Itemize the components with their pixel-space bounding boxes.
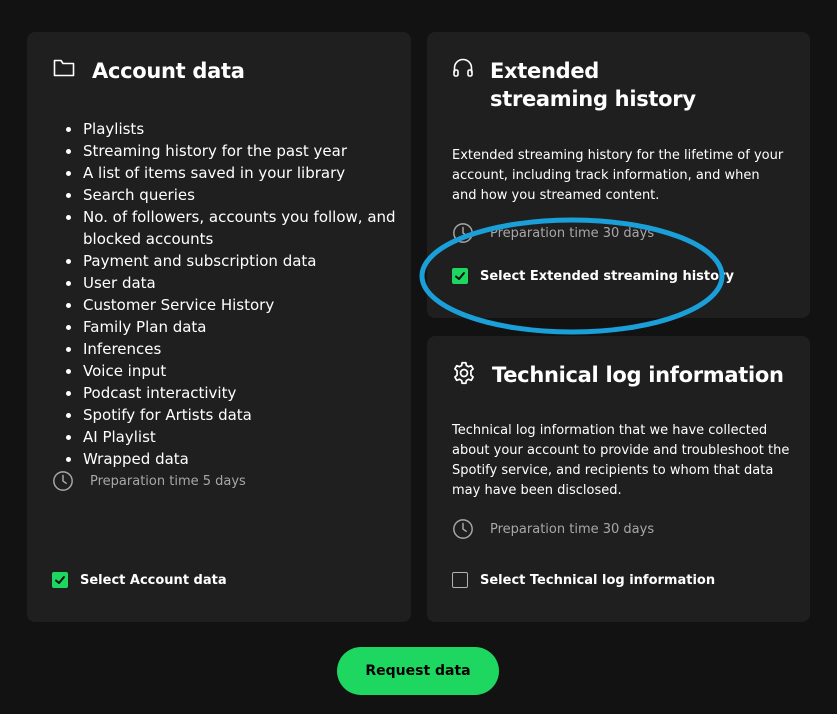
account-data-list-item: Search queries	[66, 184, 403, 206]
account-data-list-item: Podcast interactivity	[66, 382, 403, 404]
technical-log-description: Technical log information that we have c…	[452, 423, 790, 498]
extended-history-checkbox[interactable]	[452, 268, 468, 284]
gear-icon	[454, 361, 474, 385]
clock-icon	[453, 223, 473, 243]
select-account-data-label: Select Account data	[80, 572, 227, 588]
extended-title-line1: Extended	[490, 59, 600, 83]
account-data-list-item: User data	[66, 272, 403, 294]
account-data-list-item: Payment and subscription data	[66, 250, 403, 272]
extended-title-line2: streaming history	[490, 87, 696, 111]
account-prep-time: Preparation time 5 days	[52, 470, 246, 492]
technical-log-checkbox[interactable]	[452, 572, 468, 588]
account-data-list-item: A list of items saved in your library	[66, 162, 403, 184]
select-extended-history-label: Select Extended streaming history	[480, 268, 734, 284]
techlog-prep-time: Preparation time 30 days	[452, 518, 654, 540]
select-technical-log-label: Select Technical log information	[480, 572, 716, 588]
account-data-list-item: Streaming history for the past year	[66, 140, 403, 162]
clock-icon	[53, 471, 73, 491]
extended-prep-time-text: Preparation time 30 days	[490, 225, 655, 241]
headphones-icon	[453, 58, 473, 77]
account-data-list-item: Spotify for Artists data	[66, 404, 403, 426]
technical-log-title: Technical log information	[492, 363, 784, 387]
extended-prep-time: Preparation time 30 days	[452, 222, 654, 244]
account-data-list-item: Playlists	[66, 118, 403, 140]
request-data-button[interactable]: Request data	[337, 647, 499, 695]
account-data-checkbox[interactable]	[52, 572, 68, 588]
checkmark-icon	[55, 576, 65, 584]
select-extended-history[interactable]: Select Extended streaming history	[452, 268, 734, 284]
account-prep-time-text: Preparation time 5 days	[90, 473, 246, 489]
account-data-list-item: Customer Service History	[66, 294, 403, 316]
extended-history-title: Extended streaming history	[490, 57, 696, 113]
technical-log-card: Technical log information Technical log …	[427, 336, 810, 622]
account-data-list-item: Voice input	[66, 360, 403, 382]
folder-icon	[53, 59, 75, 77]
techlog-prep-time-text: Preparation time 30 days	[490, 521, 655, 537]
account-data-list-item: AI Playlist	[66, 426, 403, 448]
select-technical-log[interactable]: Select Technical log information	[452, 572, 715, 588]
account-data-title: Account data	[92, 59, 245, 83]
clock-icon	[453, 519, 473, 539]
account-data-list-item: Wrapped data	[66, 448, 403, 470]
account-data-list: Playlists Streaming history for the past …	[66, 118, 403, 470]
checkmark-icon	[455, 272, 465, 280]
account-data-card: Account data Playlists Streaming history …	[27, 32, 411, 622]
account-data-list-item: Inferences	[66, 338, 403, 360]
extended-history-card: Extended streaming history Extended stre…	[427, 32, 810, 318]
account-data-list-item: Family Plan data	[66, 316, 403, 338]
account-data-list-item: No. of followers, accounts you follow, a…	[66, 206, 403, 250]
select-account-data[interactable]: Select Account data	[52, 572, 227, 588]
extended-history-description: Extended streaming history for the lifet…	[452, 148, 784, 203]
